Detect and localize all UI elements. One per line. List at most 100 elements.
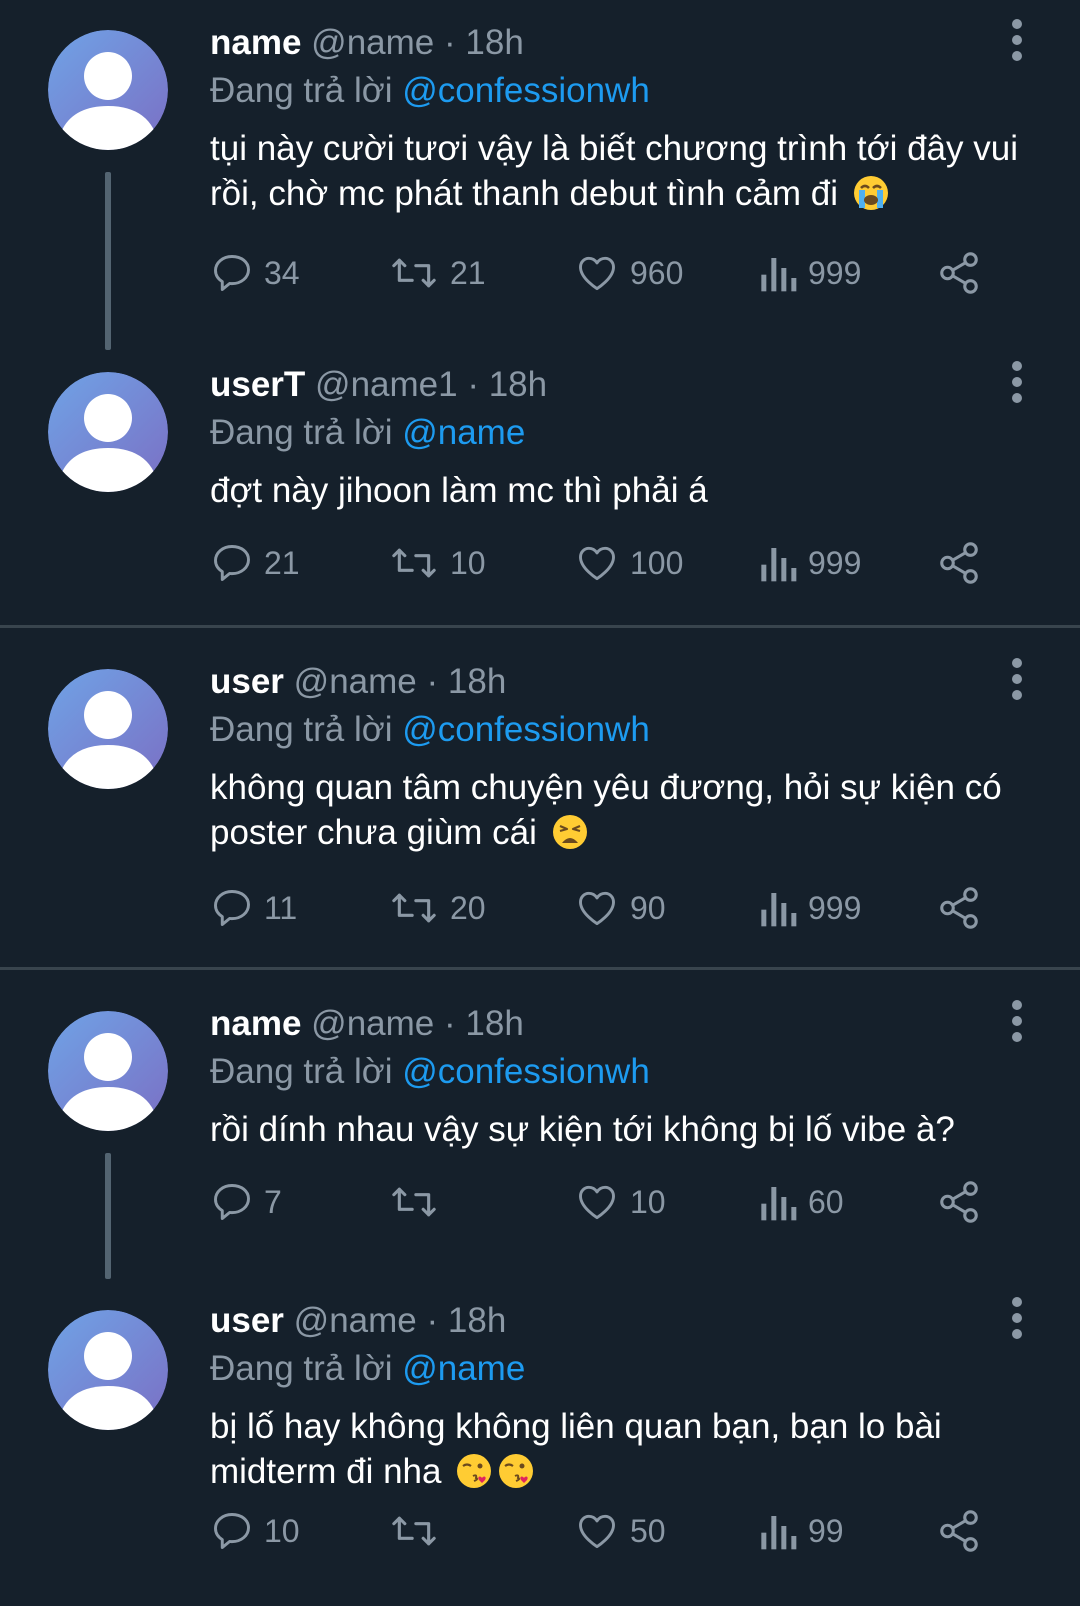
retweet-button[interactable]: 10 [388,538,486,588]
like-count: 100 [630,544,684,581]
tweet[interactable]: name @name · 18h Đang trả lời @confessio… [0,0,1080,350]
share-icon [940,887,978,929]
retweet-count: 20 [450,889,486,926]
views-button[interactable]: 999 [758,538,861,588]
timestamp[interactable]: 18h [448,662,506,701]
timestamp[interactable]: 18h [465,23,523,62]
view-count: 999 [808,889,862,926]
views-button[interactable]: 999 [758,883,861,933]
retweet-icon [392,1516,436,1546]
more-options-icon[interactable] [1000,999,1034,1043]
share-icon [940,1181,978,1223]
timestamp[interactable]: 18h [489,365,547,404]
display-name[interactable]: name [210,23,301,62]
avatar[interactable] [48,1310,168,1430]
avatar[interactable] [48,669,168,789]
replying-to: Đang trả lời @name [210,1346,525,1392]
reply-button[interactable]: 10 [210,1506,300,1556]
mention-link[interactable]: @name [402,1349,525,1388]
view-count: 999 [808,254,862,291]
handle[interactable]: @name [311,23,434,62]
like-button[interactable]: 50 [574,1506,666,1556]
reply-count: 21 [264,544,300,581]
separator: · [426,1301,439,1340]
reply-icon [214,255,250,291]
handle[interactable]: @name1 [315,365,458,404]
avatar[interactable] [48,372,168,492]
display-name[interactable]: name [210,1004,301,1043]
views-button[interactable]: 60 [758,1177,844,1227]
separator: · [444,1004,456,1043]
share-button[interactable] [936,1177,982,1227]
more-options-icon[interactable] [1000,1296,1034,1340]
views-button[interactable]: 999 [758,248,861,298]
timestamp[interactable]: 18h [448,1301,506,1340]
view-count: 999 [808,544,862,581]
reply-button[interactable]: 11 [210,883,297,933]
tweet-header: userT @name1 · 18h [210,362,547,408]
tweet-header: name @name · 18h [210,20,524,66]
analytics-icon [761,548,797,582]
default-avatar-icon [48,30,168,150]
retweet-count: 10 [450,544,486,581]
retweet-button[interactable] [388,1177,450,1227]
replying-prefix: Đang trả lời [210,71,393,110]
timestamp[interactable]: 18h [465,1004,523,1043]
handle[interactable]: @name [294,662,417,701]
share-button[interactable] [936,248,982,298]
mention-link[interactable]: @confessionwh [402,710,650,749]
reply-count: 10 [264,1512,300,1549]
default-avatar-icon [48,1011,168,1131]
tweet[interactable]: user @name · 18h Đang trả lời @name bị l… [0,1290,1080,1606]
analytics-icon [761,1187,797,1221]
display-name[interactable]: user [210,1301,284,1340]
tweet-text: rồi dính nhau vậy sự kiện tới không bị l… [210,1107,1030,1152]
avatar[interactable] [48,1011,168,1131]
tweet-text: không quan tâm chuyện yêu đương, hỏi sự … [210,765,1030,855]
retweet-button[interactable]: 20 [388,883,486,933]
replying-prefix: Đang trả lời [210,1052,393,1091]
tweet[interactable]: user @name · 18h Đang trả lời @confessio… [0,639,1080,969]
views-button[interactable]: 99 [758,1506,844,1556]
share-button[interactable] [936,538,982,588]
share-button[interactable] [936,883,982,933]
reply-count: 11 [264,889,298,926]
retweet-count: 21 [450,254,486,291]
mention-link[interactable]: @confessionwh [402,1052,650,1091]
mention-link[interactable]: @name [402,413,525,452]
more-options-icon[interactable] [1000,360,1034,404]
share-icon [940,1510,978,1552]
retweet-button[interactable]: 21 [388,248,486,298]
display-name[interactable]: user [210,662,284,701]
reply-button[interactable]: 7 [210,1177,282,1227]
reply-button[interactable]: 34 [210,248,300,298]
reply-button[interactable]: 21 [210,538,300,588]
analytics-icon [761,1516,797,1550]
retweet-button[interactable] [388,1506,450,1556]
tweet-text: bị lố hay không không liên quan bạn, bạn… [210,1404,1030,1494]
reply-icon [214,1513,250,1549]
view-count: 60 [808,1183,844,1220]
more-options-icon[interactable] [1000,657,1034,701]
like-button[interactable]: 90 [574,883,666,933]
avatar[interactable] [48,30,168,150]
like-button[interactable]: 10 [574,1177,666,1227]
tweet-actions: 7 10 60 [210,1177,1030,1227]
more-options-icon[interactable] [1000,18,1034,62]
handle[interactable]: @name [294,1301,417,1340]
mention-link[interactable]: @confessionwh [402,71,650,110]
like-button[interactable]: 960 [574,248,683,298]
tweet[interactable]: userT @name1 · 18h Đang trả lời @name đợ… [0,342,1080,626]
display-name[interactable]: userT [210,365,305,404]
tweet-text: đợt này jihoon làm mc thì phải á [210,468,1030,513]
replying-prefix: Đang trả lời [210,1349,393,1388]
tweet[interactable]: name @name · 18h Đang trả lời @confessio… [0,981,1080,1281]
handle[interactable]: @name [311,1004,434,1043]
view-count: 99 [808,1512,844,1549]
share-icon [940,252,978,294]
heart-icon [579,891,615,926]
like-button[interactable]: 100 [574,538,683,588]
retweet-icon [392,1187,436,1217]
kissing-face-icon [457,1454,492,1488]
share-button[interactable] [936,1506,982,1556]
